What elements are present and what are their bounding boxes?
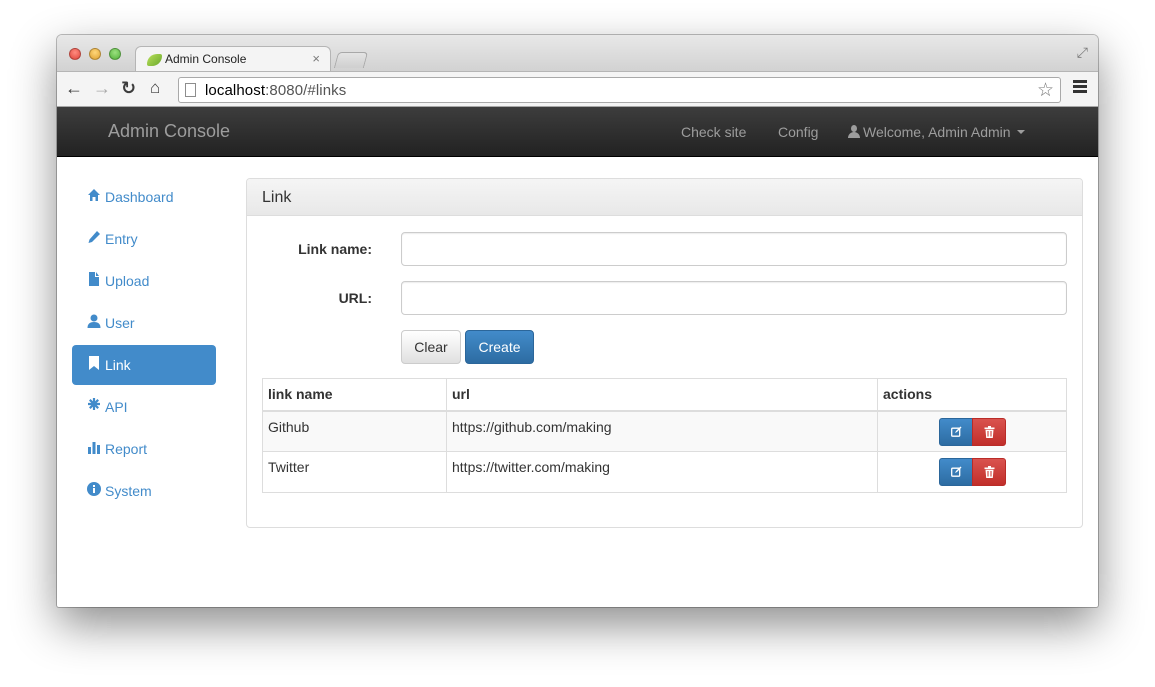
edit-button[interactable] [938, 458, 973, 486]
link-name-cell: Github [262, 410, 447, 452]
home-icon[interactable]: ⌂ [150, 78, 160, 98]
panel-title: Link [262, 189, 292, 206]
url-input[interactable] [401, 281, 1067, 315]
edit-button[interactable] [938, 417, 973, 446]
table-row: Twitter https://twitter.com/making [262, 451, 1067, 493]
asterisk-icon [87, 398, 101, 414]
app-navbar: Admin Console Check site Config Welcome,… [57, 107, 1098, 157]
file-icon [87, 272, 101, 288]
row-actions [938, 417, 1006, 446]
sidebar-item-label: Report [105, 441, 148, 457]
url-cell: https://github.com/making [446, 410, 878, 452]
trash-icon [984, 466, 994, 478]
back-icon[interactable]: ← [65, 78, 83, 98]
sidebar-item-label: API [105, 399, 128, 415]
sidebar-item-upload[interactable]: Upload [72, 261, 216, 301]
bookmark-star-icon[interactable]: ☆ [1037, 79, 1054, 102]
sidebar-item-user[interactable]: User [72, 303, 216, 343]
sidebar-item-label: Link [105, 357, 131, 373]
url-text[interactable]: localhost:8080/#links [205, 82, 346, 99]
link-panel: Link Link name: URL: Clear Create link n… [246, 178, 1083, 528]
panel-heading: Link [247, 179, 1082, 216]
sidebar-item-label: Dashboard [105, 189, 174, 205]
tab-title: Admin Console [165, 52, 247, 66]
reload-icon[interactable]: ↻ [121, 78, 136, 98]
sidebar-item-system[interactable]: System [72, 471, 216, 511]
url-path: :8080/#links [265, 82, 347, 99]
url-cell: https://twitter.com/making [446, 451, 878, 493]
link-name-cell: Twitter [262, 451, 447, 493]
sidebar-item-label: Upload [105, 273, 150, 289]
sidebar-item-api[interactable]: API [72, 387, 216, 427]
delete-button[interactable] [971, 417, 1006, 446]
zoom-window-button[interactable] [109, 48, 121, 60]
navbar-brand[interactable]: Admin Console [108, 121, 230, 142]
sidebar-item-dashboard[interactable]: Dashboard [72, 177, 216, 217]
table-row: Github https://github.com/making [262, 410, 1067, 452]
sidebar-item-label: Entry [105, 231, 138, 247]
column-header-link-name: link name [262, 378, 447, 411]
edit-icon [950, 466, 961, 477]
address-bar[interactable]: localhost:8080/#links ☆ [178, 77, 1061, 103]
edit-icon [950, 426, 961, 437]
browser-window: Admin Console × ⤢ ← → ↻ ⌂ localhost:8080… [57, 35, 1098, 607]
fullscreen-icon[interactable]: ⤢ [1077, 44, 1088, 61]
home-icon [87, 188, 101, 204]
actions-cell [877, 410, 1067, 452]
user-icon [848, 125, 860, 138]
sidebar-item-label: System [105, 483, 152, 499]
sidebar-item-report[interactable]: Report [72, 429, 216, 469]
link-name-input[interactable] [401, 232, 1067, 266]
create-button[interactable]: Create [465, 330, 534, 364]
user-welcome-text: Welcome, Admin Admin [863, 124, 1011, 140]
browser-menu-icon[interactable] [1073, 80, 1087, 83]
browser-toolbar: ← → ↻ ⌂ localhost:8080/#links ☆ [57, 71, 1098, 107]
url-label: URL: [338, 290, 372, 306]
links-table: link name url actions Github https://git… [262, 378, 1067, 493]
pencil-icon [87, 230, 101, 246]
browser-tab[interactable]: Admin Console × [135, 46, 331, 72]
actions-cell [877, 451, 1067, 493]
tab-strip: Admin Console × ⤢ [57, 35, 1098, 72]
sidebar-item-label: User [105, 315, 135, 331]
link-name-label: Link name: [298, 241, 372, 257]
nav-check-site-link[interactable]: Check site [681, 124, 746, 140]
column-header-url: url [446, 378, 878, 411]
trash-icon [984, 425, 994, 438]
tab-close-icon[interactable]: × [312, 51, 320, 66]
nav-config-link[interactable]: Config [778, 124, 818, 140]
bookmark-icon [87, 356, 101, 372]
user-icon [87, 314, 101, 330]
user-menu-dropdown[interactable]: Welcome, Admin Admin [848, 124, 1025, 140]
clear-button[interactable]: Clear [401, 330, 461, 364]
url-host: localhost [205, 82, 266, 99]
stats-icon [87, 440, 101, 456]
forward-icon[interactable]: → [93, 78, 111, 98]
new-tab-button[interactable] [333, 52, 369, 68]
caret-down-icon [1016, 130, 1025, 134]
sidebar-nav: Dashboard Entry Upload User Link API Rep… [72, 177, 216, 513]
row-actions [938, 458, 1006, 486]
page-icon [185, 83, 196, 97]
table-header-row: link name url actions [262, 378, 1067, 411]
info-icon [87, 482, 101, 498]
close-window-button[interactable] [69, 48, 81, 60]
sidebar-item-entry[interactable]: Entry [72, 219, 216, 259]
sidebar-item-link[interactable]: Link [72, 345, 216, 385]
column-header-actions: actions [877, 378, 1067, 411]
minimize-window-button[interactable] [89, 48, 101, 60]
delete-button[interactable] [971, 458, 1006, 486]
leaf-favicon-icon [147, 54, 162, 66]
